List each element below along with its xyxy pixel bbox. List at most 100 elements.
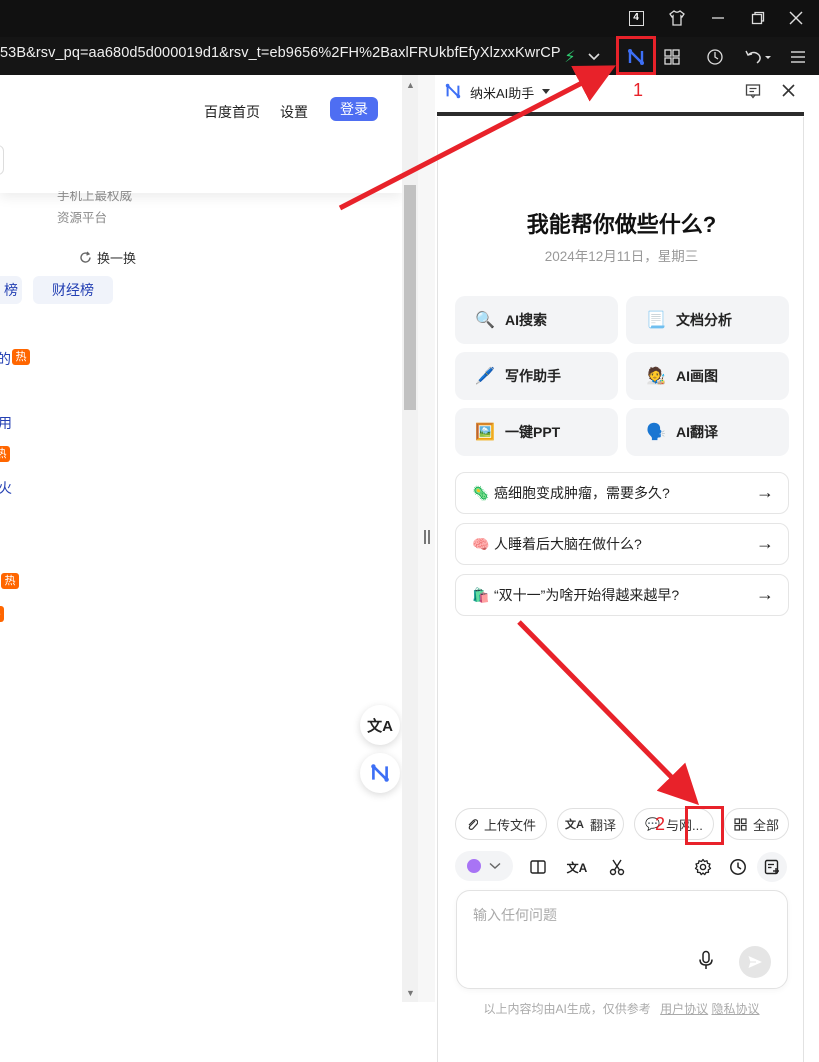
document-icon: 📃 [646,312,666,329]
tile-label: 文档分析 [676,312,732,328]
chip-rank[interactable]: 榜 [0,276,22,304]
menu-icon[interactable] [786,45,810,69]
float-translate-button[interactable]: 文A [360,705,400,745]
speaking-head-icon: 🗣️ [646,424,666,441]
suggested-question-1[interactable]: 🦠 癌细胞变成肿瘤，需要多久? → [455,472,789,514]
chat-input-box[interactable]: 输入任何问题 [456,890,788,989]
minimize-icon[interactable] [708,8,728,28]
history-icon[interactable] [703,45,727,69]
float-nami-button[interactable] [360,753,400,793]
web-page: 百度首页 设置 登录 手机上最权威 资源平台 换一换 榜 财经榜 的 热 用 热… [0,75,402,1002]
refresh-button[interactable]: 换一换 [78,248,136,267]
tile-ai-search[interactable]: 🔍 AI搜索 [455,296,618,344]
chevron-down-icon [489,862,501,869]
list-fragment-1[interactable]: 的 [0,349,11,369]
arrow-right-icon: → [756,533,774,553]
close-window-icon[interactable] [786,8,806,28]
scroll-down-icon[interactable]: ▼ [406,988,415,998]
tile-doc-analysis[interactable]: 📃 文档分析 [626,296,789,344]
login-button[interactable]: 登录 [330,97,378,121]
tab-count-icon[interactable]: 4 [626,8,646,28]
scissors-icon[interactable] [602,852,632,882]
dropdown-caret-icon[interactable] [542,89,550,94]
restore-icon[interactable] [748,8,768,28]
address-bar: 53B&rsv_pq=aa680d5d000019d1&rsv_t=eb9656… [0,37,819,75]
refresh-icon [80,251,91,263]
privacy-link[interactable]: 隐私协议 [712,1002,760,1016]
grid-icon[interactable] [660,45,684,69]
resize-grip-icon[interactable] [424,530,430,544]
nami-ai-icon [371,764,389,782]
baidu-home-link[interactable]: 百度首页 [204,102,260,122]
page-header-card: 百度首页 设置 登录 [0,75,402,193]
tile-ai-drawing[interactable]: 🧑‍🎨 AI画图 [626,352,789,400]
upload-file-button[interactable]: 上传文件 [455,808,547,840]
arrow-right-icon: → [756,482,774,502]
page-scrollbar-thumb[interactable] [404,185,416,410]
tile-label: 一键PPT [505,424,561,440]
translate-icon: 文A [367,717,393,735]
tab-count-badge: 4 [628,10,644,26]
panel-resize-handle[interactable] [418,75,435,1002]
annotation-number-1: 1 [633,80,644,100]
url-text[interactable]: 53B&rsv_pq=aa680d5d000019d1&rsv_t=eb9656… [0,45,560,61]
picture-icon: 🖼️ [475,424,495,441]
welcome-heading: 我能帮你做些什么? [526,212,717,237]
question-text: “双十一”为啥开始得越来越早? [494,587,680,603]
chip-finance[interactable]: 财经榜 [33,276,113,304]
paperclip-icon [468,819,478,830]
feedback-icon[interactable] [745,83,761,104]
translate-label: 翻译 [589,817,616,833]
scroll-up-icon[interactable]: ▲ [406,80,415,90]
hot-badge: 热 [0,606,4,622]
send-button[interactable] [739,946,771,978]
list-fragment-3[interactable]: 火 [0,478,12,498]
settings-link[interactable]: 设置 [280,102,308,122]
tile-one-click-ppt[interactable]: 🖼️ 一键PPT [455,408,618,456]
model-avatar-icon [467,859,481,873]
settings-gear-icon[interactable] [688,852,718,882]
model-selector[interactable] [455,851,513,881]
new-chat-icon[interactable] [757,852,787,882]
search-box-edge[interactable] [0,145,4,175]
all-tools-button[interactable]: 全部 [724,808,789,840]
footer-note: 以上内容均由AI生成，仅供参考 用户协议 隐私协议 [438,1000,805,1017]
reader-icon[interactable] [523,852,553,882]
panel-header: 纳米AI助手 [435,75,819,111]
translate-button[interactable]: 文A 翻译 [557,808,624,840]
highlight-box-2 [685,806,724,845]
translate-icon: 文A [565,819,584,831]
list-fragment-2[interactable]: 用 [0,413,12,433]
send-icon [748,956,762,968]
panel-title[interactable]: 纳米AI助手 [470,83,534,102]
clock-history-icon[interactable] [723,852,753,882]
search-icon: 🔍 [475,312,495,329]
artist-icon: 🧑‍🎨 [646,368,666,385]
translate-tool-icon[interactable]: 文A [562,852,592,882]
microphone-icon[interactable] [698,950,714,975]
lightning-icon[interactable]: ⚡ [558,45,582,69]
window-titlebar: 4 [0,0,819,37]
undo-icon[interactable] [742,45,774,69]
sub-text-2: 资源平台 [57,211,108,225]
skin-icon[interactable] [667,8,687,28]
terms-link[interactable]: 用户协议 [660,1002,708,1016]
annotation-number-2: 2 [655,814,666,834]
ai-side-panel: 纳米AI助手 我能帮你做些什么? 2024年12月11日，星期三 🔍 AI搜索 … [435,75,819,1062]
shopping-bag-icon: 🛍️ [472,586,490,603]
panel-top-divider [437,112,804,116]
chevron-down-icon[interactable] [582,45,606,69]
upload-label: 上传文件 [483,817,536,833]
question-text: 人睡着后大脑在做什么? [494,536,642,552]
tile-label: 写作助手 [505,368,561,384]
brain-icon: 🧠 [472,535,490,552]
tile-ai-translate[interactable]: 🗣️ AI翻译 [626,408,789,456]
suggested-question-2[interactable]: 🧠 人睡着后大脑在做什么? → [455,523,789,565]
tile-writing-assistant[interactable]: 🖊️ 写作助手 [455,352,618,400]
arrow-right-icon: → [756,584,774,604]
chat-input-placeholder: 输入任何问题 [473,907,557,923]
close-panel-icon[interactable] [782,84,795,102]
suggested-question-3[interactable]: 🛍️ “双十一”为啥开始得越来越早? → [455,574,789,616]
hot-badge: 热 [12,349,30,365]
hot-badge: 热 [1,573,19,589]
